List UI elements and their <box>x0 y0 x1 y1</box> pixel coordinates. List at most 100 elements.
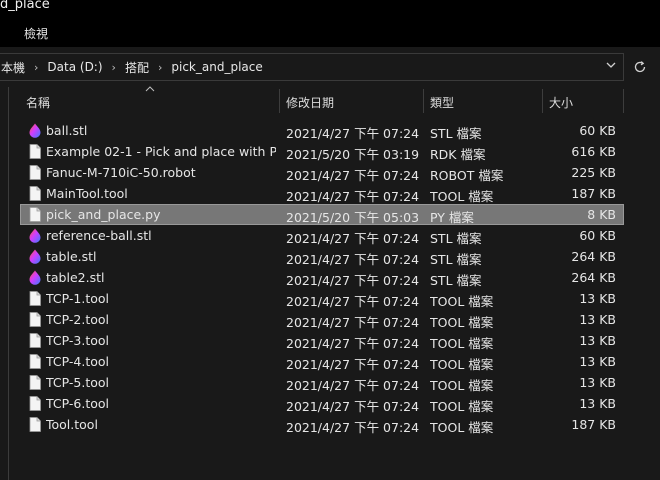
document-file-icon <box>28 396 42 411</box>
file-row[interactable]: table2.stl 2021/4/27 下午 07:24 STL 檔案 264 KB <box>10 267 624 288</box>
file-name: TCP-2.tool <box>46 312 110 327</box>
ribbon: 檢視 <box>0 16 660 47</box>
breadcrumb-item[interactable]: pick_and_place <box>169 60 264 74</box>
file-size: 616 KB <box>571 144 616 159</box>
window-title: d_place <box>0 0 50 12</box>
file-modified-date: 2021/5/20 下午 03:19 <box>286 147 420 162</box>
file-name: TCP-5.tool <box>46 375 110 390</box>
chevron-right-icon[interactable]: › <box>151 61 169 74</box>
file-type: TOOL 檔案 <box>430 294 494 309</box>
document-file-icon <box>28 207 42 222</box>
file-row[interactable]: ball.stl 2021/4/27 下午 07:24 STL 檔案 60 KB <box>10 120 624 141</box>
file-name: TCP-1.tool <box>46 291 110 306</box>
stl-file-icon <box>28 123 42 138</box>
address-bar[interactable]: 本機 › Data (D:) › 搭配 › pick_and_place <box>0 53 624 81</box>
file-size: 187 KB <box>571 417 616 432</box>
file-name: table2.stl <box>46 270 105 285</box>
breadcrumb-item[interactable]: Data (D:) <box>45 60 104 74</box>
column-divider[interactable] <box>542 89 543 113</box>
file-row[interactable]: Tool.tool 2021/4/27 下午 07:24 TOOL 檔案 187 KB <box>10 414 624 435</box>
file-type: TOOL 檔案 <box>430 336 494 351</box>
file-type: RDK 檔案 <box>430 147 486 162</box>
refresh-button[interactable] <box>628 53 652 81</box>
tab-view[interactable]: 檢視 <box>24 25 48 42</box>
title-bar: d_place <box>0 0 660 16</box>
file-size: 13 KB <box>579 312 616 327</box>
navigation-pane <box>0 87 9 480</box>
breadcrumb-item[interactable]: 搭配 <box>123 59 151 76</box>
chevron-down-icon[interactable] <box>605 59 617 75</box>
breadcrumb: 本機 › Data (D:) › 搭配 › pick_and_place <box>0 54 265 80</box>
column-divider[interactable] <box>623 89 624 113</box>
column-type[interactable]: 類型 <box>430 94 454 111</box>
column-date[interactable]: 修改日期 <box>286 94 334 111</box>
document-file-icon <box>28 186 42 201</box>
file-name: TCP-3.tool <box>46 333 110 348</box>
file-size: 13 KB <box>579 333 616 348</box>
column-name[interactable]: 名稱 <box>26 94 50 111</box>
scrollbar[interactable] <box>650 87 660 480</box>
file-modified-date: 2021/4/27 下午 07:24 <box>286 336 420 351</box>
chevron-right-icon[interactable]: › <box>105 61 123 74</box>
file-name: Example 02-1 - Pick and place with Pyt..… <box>46 144 276 159</box>
document-file-icon <box>28 375 42 390</box>
file-list: 名稱 修改日期 類型 大小 ball.stl 2021/4/27 下午 07:24… <box>10 86 660 480</box>
file-modified-date: 2021/4/27 下午 07:24 <box>286 231 420 246</box>
file-type: TOOL 檔案 <box>430 357 494 372</box>
file-size: 13 KB <box>579 291 616 306</box>
file-row[interactable]: reference-ball.stl 2021/4/27 下午 07:24 STL … <box>10 225 624 246</box>
file-row[interactable]: table.stl 2021/4/27 下午 07:24 STL 檔案 264 KB <box>10 246 624 267</box>
file-size: 13 KB <box>579 396 616 411</box>
file-type: TOOL 檔案 <box>430 420 494 435</box>
file-size: 225 KB <box>571 165 616 180</box>
file-size: 13 KB <box>579 375 616 390</box>
file-size: 60 KB <box>579 123 616 138</box>
file-modified-date: 2021/4/27 下午 07:24 <box>286 357 420 372</box>
document-file-icon <box>28 354 42 369</box>
file-type: TOOL 檔案 <box>430 399 494 414</box>
file-row[interactable]: pick_and_place.py 2021/5/20 下午 05:03 PY 檔案… <box>10 204 624 225</box>
breadcrumb-item[interactable]: 本機 <box>0 59 27 76</box>
file-modified-date: 2021/4/27 下午 07:24 <box>286 420 420 435</box>
file-type: ROBOT 檔案 <box>430 168 504 183</box>
file-row[interactable]: TCP-2.tool 2021/4/27 下午 07:24 TOOL 檔案 13 KB <box>10 309 624 330</box>
file-type: TOOL 檔案 <box>430 189 494 204</box>
file-type: STL 檔案 <box>430 273 482 288</box>
file-size: 264 KB <box>571 270 616 285</box>
file-type: PY 檔案 <box>430 210 474 225</box>
stl-file-icon <box>28 249 42 264</box>
column-divider[interactable] <box>423 89 424 113</box>
stl-file-icon <box>28 228 42 243</box>
file-modified-date: 2021/4/27 下午 07:24 <box>286 189 420 204</box>
file-type: TOOL 檔案 <box>430 315 494 330</box>
refresh-icon <box>634 61 646 73</box>
file-name: pick_and_place.py <box>46 207 161 222</box>
file-row[interactable]: Example 02-1 - Pick and place with Pyt..… <box>10 141 624 162</box>
stl-file-icon <box>28 270 42 285</box>
file-rows: ball.stl 2021/4/27 下午 07:24 STL 檔案 60 KB Exa… <box>10 120 624 435</box>
file-size: 8 KB <box>587 207 616 222</box>
column-size[interactable]: 大小 <box>549 94 573 111</box>
file-name: Fanuc-M-710iC-50.robot <box>46 165 196 180</box>
file-size: 60 KB <box>579 228 616 243</box>
column-divider[interactable] <box>279 89 280 113</box>
file-row[interactable]: MainTool.tool 2021/4/27 下午 07:24 TOOL 檔案 18… <box>10 183 624 204</box>
file-row[interactable]: TCP-1.tool 2021/4/27 下午 07:24 TOOL 檔案 13 KB <box>10 288 624 309</box>
file-modified-date: 2021/4/27 下午 07:24 <box>286 315 420 330</box>
chevron-right-icon[interactable]: › <box>27 61 45 74</box>
file-size: 13 KB <box>579 354 616 369</box>
file-name: MainTool.tool <box>46 186 128 201</box>
file-row[interactable]: TCP-5.tool 2021/4/27 下午 07:24 TOOL 檔案 13 KB <box>10 372 624 393</box>
file-row[interactable]: TCP-6.tool 2021/4/27 下午 07:24 TOOL 檔案 13 KB <box>10 393 624 414</box>
file-name: TCP-4.tool <box>46 354 110 369</box>
file-row[interactable]: TCP-3.tool 2021/4/27 下午 07:24 TOOL 檔案 13 KB <box>10 330 624 351</box>
file-type: STL 檔案 <box>430 231 482 246</box>
document-file-icon <box>28 333 42 348</box>
file-name: reference-ball.stl <box>46 228 152 243</box>
file-modified-date: 2021/4/27 下午 07:24 <box>286 294 420 309</box>
file-row[interactable]: Fanuc-M-710iC-50.robot 2021/4/27 下午 07:24… <box>10 162 624 183</box>
file-size: 187 KB <box>571 186 616 201</box>
file-modified-date: 2021/5/20 下午 05:03 <box>286 210 420 225</box>
file-name: table.stl <box>46 249 97 264</box>
file-row[interactable]: TCP-4.tool 2021/4/27 下午 07:24 TOOL 檔案 13 KB <box>10 351 624 372</box>
